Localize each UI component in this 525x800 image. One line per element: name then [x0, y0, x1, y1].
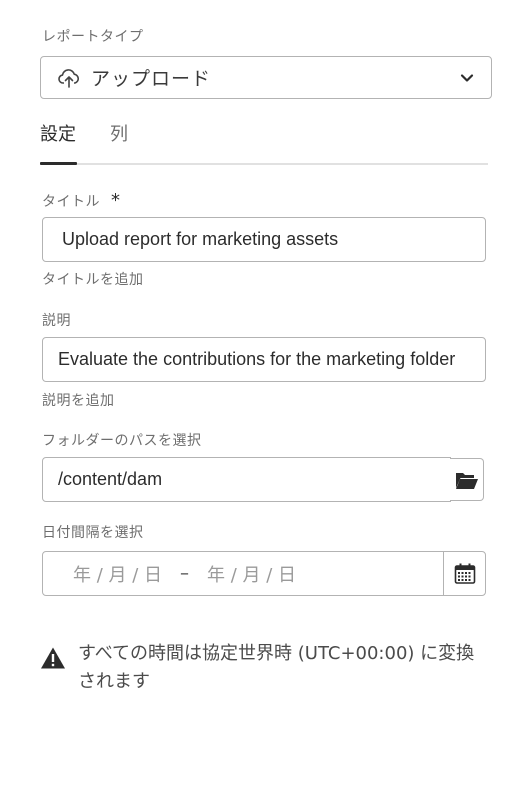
tab-columns[interactable]: 列 — [110, 120, 128, 146]
chevron-down-icon — [460, 74, 474, 82]
date-range-separator: – — [180, 563, 190, 584]
settings-tabs: 設定 列 — [40, 118, 488, 166]
title-label: タイトル * — [42, 190, 120, 211]
title-input[interactable]: Upload report for marketing assets — [42, 217, 486, 262]
folder-path-input[interactable]: /content/dam — [42, 457, 451, 502]
start-date-segments[interactable]: 年 / 月 / 日 — [73, 561, 162, 587]
title-help-text: タイトルを追加 — [42, 272, 144, 288]
folder-open-icon — [455, 472, 478, 489]
date-range-label: 日付間隔を選択 — [42, 525, 144, 541]
cloud-upload-icon — [58, 68, 80, 88]
tab-active-indicator — [40, 162, 77, 165]
folder-path-label: フォルダーのパスを選択 — [42, 433, 202, 449]
tab-divider — [40, 163, 488, 165]
report-type-label: レポートタイプ — [42, 29, 144, 45]
tab-settings[interactable]: 設定 — [40, 120, 76, 146]
browse-folder-button[interactable] — [450, 458, 484, 501]
end-date-segments[interactable]: 年 / 月 / 日 — [207, 561, 296, 587]
title-label-text: タイトル — [42, 194, 100, 210]
report-type-value: アップロード — [91, 68, 212, 90]
report-type-picker[interactable]: アップロード — [40, 56, 492, 99]
date-range-input[interactable]: 年 / 月 / 日 – 年 / 月 / 日 — [42, 551, 444, 596]
calendar-icon — [454, 563, 475, 584]
timezone-alert-message: すべての時間は協定世界時 (UTC+00:00) に変換されます — [78, 643, 475, 692]
required-asterisk: * — [110, 190, 121, 211]
description-label: 説明 — [42, 313, 71, 329]
description-input[interactable]: Evaluate the contributions for the marke… — [42, 337, 486, 382]
description-help-text: 説明を追加 — [42, 393, 115, 409]
alert-triangle-icon — [41, 647, 65, 669]
calendar-button[interactable] — [443, 551, 486, 596]
